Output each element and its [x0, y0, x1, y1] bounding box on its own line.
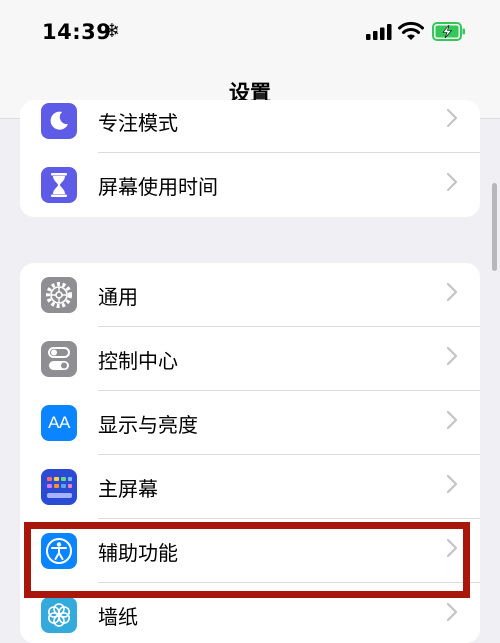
wifi-icon	[398, 21, 424, 40]
chevron-right-icon	[446, 410, 458, 430]
settings-row-label: 主屏幕	[98, 477, 158, 501]
chevron-right-icon	[446, 474, 458, 494]
status-time: 14:39	[42, 20, 112, 44]
toggle-icon	[41, 341, 77, 377]
chevron-right-icon	[446, 282, 458, 302]
chevron-right-icon	[446, 346, 458, 366]
hourglass-icon	[41, 167, 77, 203]
settings-row-label: 控制中心	[98, 349, 178, 373]
moon-icon	[41, 103, 77, 139]
settings-group-focus: 专注模式 屏幕使用时间	[20, 100, 480, 217]
snowflake-icon: ❄	[104, 20, 120, 42]
chevron-right-icon	[446, 602, 458, 622]
chevron-right-icon	[446, 108, 458, 128]
app-grid-icon	[41, 469, 77, 505]
status-bar: 14:39 ❄	[0, 0, 500, 64]
cellular-signal-icon	[366, 24, 392, 40]
settings-row-label: 屏幕使用时间	[98, 175, 218, 199]
highlight-box	[24, 522, 470, 598]
settings-row-label: 通用	[98, 285, 138, 309]
settings-row-home-screen[interactable]: 主屏幕	[20, 455, 480, 519]
battery-charging-icon	[432, 22, 465, 41]
settings-row-label: 专注模式	[98, 111, 178, 135]
chevron-right-icon	[446, 172, 458, 192]
settings-row-label: 显示与亮度	[98, 413, 198, 437]
settings-row-control-center[interactable]: 控制中心	[20, 327, 480, 391]
settings-row-display[interactable]: AA 显示与亮度	[20, 391, 480, 455]
gear-icon	[41, 277, 77, 313]
settings-row-general[interactable]: 通用	[20, 263, 480, 327]
flower-icon	[41, 597, 77, 633]
text-size-icon: AA	[41, 405, 77, 441]
settings-row-focus[interactable]: 专注模式	[20, 100, 480, 153]
scrollbar[interactable]	[492, 183, 497, 271]
text-size-glyph: AA	[48, 413, 70, 432]
settings-row-label: 墙纸	[98, 605, 138, 629]
settings-row-screen-time[interactable]: 屏幕使用时间	[20, 153, 480, 217]
